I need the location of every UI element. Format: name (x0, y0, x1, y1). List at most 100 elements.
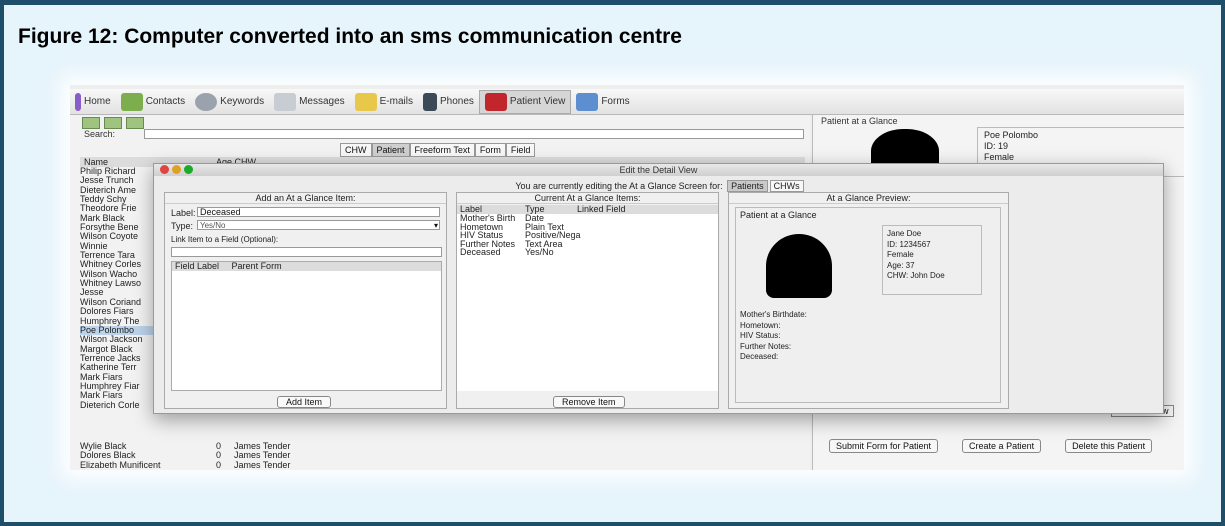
preview-box: Patient at a Glance Jane Doe ID: 1234567… (735, 207, 1001, 403)
preview-age: Age: 37 (887, 260, 915, 270)
keywords-icon (195, 92, 218, 111)
toolbar-emails-label: E-mails (379, 96, 413, 107)
preview-name: Jane Doe (887, 229, 922, 238)
preview-id: ID: 1234567 (887, 239, 931, 249)
preview-fields: Mother's Birthdate: Hometown: HIV Status… (740, 310, 807, 363)
contacts-icon (120, 92, 143, 111)
submit-form-button[interactable]: Submit Form for Patient (829, 439, 939, 453)
current-items-panel: Current At a Glance Items: Label Type Li… (456, 192, 719, 409)
toolbar-phones-label: Phones (439, 96, 474, 107)
toolbar-phones[interactable]: Phones (418, 90, 479, 114)
preview-box-title: Patient at a Glance (740, 210, 817, 220)
zoom-icon[interactable] (184, 165, 193, 174)
cell-type: Yes/No (525, 247, 554, 257)
dialog-subtitle: You are currently editing the At a Glanc… (154, 180, 1165, 192)
preview-title: At a Glance Preview: (729, 193, 1008, 204)
toolbar-messages[interactable]: Messages (269, 90, 350, 114)
toolbar-messages-label: Messages (299, 96, 345, 107)
glance-name: Poe Polombo (984, 130, 1039, 140)
mode-freeform-text[interactable]: Freeform Text (409, 143, 475, 157)
emails-icon (354, 92, 377, 111)
app-screenshot: Home Contacts Keywords Messages E-mails … (70, 85, 1184, 470)
type-select[interactable]: Yes/No ▾ (197, 220, 440, 230)
mode-form[interactable]: Form (474, 143, 506, 157)
edit-detail-view-dialog: Edit the Detail View You are currently e… (153, 163, 1164, 414)
preview-info: Jane Doe ID: 1234567 Female Age: 37 CHW:… (882, 225, 982, 295)
current-items-table: Label Type Linked Field Mother's Birth Da… (457, 205, 718, 391)
current-items-rows: Mother's Birth Date Hometown Plain Text HIV … (457, 214, 718, 257)
toolbar-keywords[interactable]: Keywords (190, 90, 269, 114)
link-caption: Link Item to a Field (Optional): (171, 235, 279, 244)
add-icon[interactable] (82, 117, 100, 129)
phones-icon (422, 92, 437, 111)
preview-field: Mother's Birthdate: (740, 310, 807, 319)
chevron-down-icon: ▾ (433, 221, 438, 230)
add-item-title: Add an At a Glance Item: (165, 193, 446, 204)
patient-rows-bottom: Wylie Black 0 James Tender Dolores Black 0 Ja… (80, 441, 290, 470)
patient-view-icon (484, 92, 507, 111)
figure-caption: Figure 12: Computer converted into an sm… (18, 25, 682, 48)
search-mode-selector: CHW Patient Freeform Text Form Field (340, 143, 536, 157)
current-items-title: Current At a Glance Items: (457, 193, 718, 204)
window-controls (160, 165, 193, 174)
type-select-value: Yes/No (200, 221, 226, 230)
row-chw: James Tender (234, 469, 290, 470)
field-table-header: Field Label Parent Form (172, 262, 441, 271)
list-tools (82, 117, 144, 129)
main-toolbar: Home Contacts Keywords Messages E-mails … (70, 89, 1184, 115)
mode-field[interactable]: Field (505, 143, 536, 157)
toolbar-forms-label: Forms (601, 96, 630, 107)
preview-field: Further Notes: (740, 341, 792, 351)
glance-id: ID: 19 (984, 141, 1009, 151)
preview-field: HIV Status: (740, 331, 781, 340)
toolbar-home-label: Home (84, 96, 111, 107)
dialog-titlebar: Edit the Detail View (154, 164, 1163, 176)
mode-patient[interactable]: Patient (371, 143, 410, 157)
messages-icon (274, 92, 297, 111)
toolbar-forms[interactable]: Forms (571, 90, 634, 114)
field-table: Field Label Parent Form (171, 261, 442, 391)
segment-chws[interactable]: CHWs (769, 180, 804, 192)
toolbar-emails[interactable]: E-mails (350, 90, 418, 114)
add-item-panel: Add an At a Glance Item: Label: Deceased… (164, 192, 447, 409)
create-patient-button[interactable]: Create a Patient (962, 439, 1042, 453)
preview-field: Hometown: (740, 320, 781, 330)
column-linked-field[interactable]: Linked Field (577, 205, 626, 214)
glance-gender: Female (984, 152, 1015, 162)
label-caption: Label: (171, 208, 196, 218)
edit-icon[interactable] (104, 117, 122, 129)
toolbar-home[interactable]: Home (70, 90, 116, 114)
delete-patient-button[interactable]: Delete this Patient (1065, 439, 1153, 453)
column-name[interactable]: Name (84, 157, 108, 167)
search-label: Search: (84, 129, 116, 139)
segment-patients[interactable]: Patients (727, 180, 768, 192)
forms-icon (576, 92, 599, 111)
link-field-input[interactable] (171, 247, 442, 257)
glance-title: Patient at a Glance (821, 116, 898, 126)
remove-item-button[interactable]: Remove Item (553, 396, 625, 408)
figure-frame: Figure 12: Computer converted into an sm… (0, 0, 1225, 526)
toolbar-patient-view[interactable]: Patient View (478, 89, 572, 114)
preview-chw: CHW: John Doe (887, 271, 945, 280)
mode-chw[interactable]: CHW (340, 143, 372, 157)
dialog-title: Edit the Detail View (619, 165, 698, 175)
toolbar-patient-view-label: Patient View (509, 96, 566, 107)
add-item-button[interactable]: Add Item (277, 396, 332, 408)
cell-label: Deceased (460, 247, 501, 257)
home-icon (75, 92, 81, 111)
minimize-icon[interactable] (172, 165, 181, 174)
label-input-value: Deceased (200, 207, 241, 217)
toolbar-contacts[interactable]: Contacts (116, 90, 190, 114)
label-input[interactable]: Deceased (197, 207, 440, 217)
toolbar-keywords-label: Keywords (220, 96, 265, 107)
toolbar-contacts-label: Contacts (145, 96, 186, 107)
preview-gender: Female (887, 250, 914, 259)
column-field-label[interactable]: Field Label (175, 261, 219, 271)
table-row[interactable]: Deceased Yes/No (457, 248, 718, 257)
close-icon[interactable] (160, 165, 169, 174)
dialog-subtitle-text: You are currently editing the At a Glanc… (515, 181, 723, 191)
remove-icon[interactable] (126, 117, 144, 129)
column-parent-form[interactable]: Parent Form (232, 261, 282, 271)
search-input[interactable] (144, 129, 804, 139)
avatar (766, 234, 832, 298)
